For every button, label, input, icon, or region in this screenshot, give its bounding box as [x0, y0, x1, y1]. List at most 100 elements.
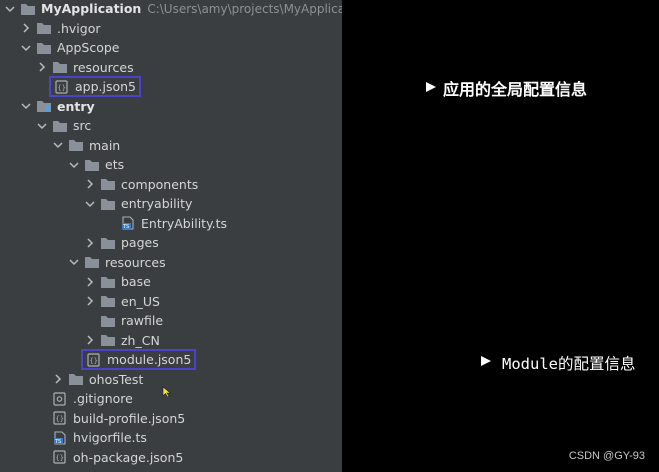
tree-item-label: components [121, 176, 199, 192]
chevron-right-icon[interactable] [84, 276, 96, 288]
tree-item-label: en_US [121, 293, 160, 309]
svg-text:{}: {} [90, 357, 98, 365]
chevron-right-icon[interactable] [84, 334, 96, 346]
tree-row-src[interactable]: src [0, 116, 342, 136]
folder-icon [84, 158, 100, 172]
svg-text:{}: {} [56, 415, 64, 423]
tree-row-base[interactable]: base [0, 272, 342, 292]
folder-icon [68, 372, 84, 386]
folder-icon [100, 236, 116, 250]
folder-icon [100, 275, 116, 289]
folder-icon [100, 333, 116, 347]
tree-item-label: ets [105, 157, 125, 173]
chevron-down-icon[interactable] [84, 198, 96, 210]
folder-icon [100, 294, 116, 308]
tree-item-label: entry [57, 98, 95, 114]
tree-row-main[interactable]: main [0, 136, 342, 156]
folder-icon [68, 138, 84, 152]
mouse-cursor-icon [162, 386, 172, 398]
ts-file-icon: TS [52, 431, 68, 445]
tree-row-rawfile[interactable]: rawfile [0, 311, 342, 331]
tree-item-label: ohosTest [89, 371, 144, 387]
chevron-down-icon[interactable] [20, 100, 32, 112]
config-file-icon [52, 392, 68, 406]
chevron-right-icon[interactable] [52, 373, 64, 385]
root-project-path: C:\Users\amy\projects\MyApplication [147, 1, 342, 16]
tree-item-label: zh_CN [121, 332, 160, 348]
chevron-down-icon[interactable] [4, 3, 16, 15]
tree-row-entryability[interactable]: entryability [0, 194, 342, 214]
module-folder-icon [36, 99, 52, 113]
chevron-right-icon[interactable] [84, 237, 96, 249]
tree-item-label: src [73, 118, 92, 134]
tree-item-label: build-profile.json5 [73, 410, 186, 426]
tree-row-hvigorfile-ts[interactable]: TS hvigorfile.ts [0, 428, 342, 448]
tree-item-label: app.json5 [75, 79, 137, 95]
folder-icon [100, 177, 116, 191]
ts-file-icon: TS [120, 216, 136, 230]
folder-icon [52, 60, 68, 74]
tree-row-app-json5[interactable]: {} app.json5 [0, 76, 342, 98]
svg-text:{}: {} [58, 84, 66, 92]
chevron-down-icon[interactable] [52, 139, 64, 151]
json5-file-icon: {} [52, 450, 68, 464]
tree-row-zh-cn[interactable]: zh_CN [0, 331, 342, 351]
tree-row-appscope-resources[interactable]: resources [0, 58, 342, 78]
chevron-right-icon[interactable] [36, 61, 48, 73]
chevron-right-icon[interactable] [84, 178, 96, 190]
tree-row-en-us[interactable]: en_US [0, 292, 342, 312]
folder-icon [36, 41, 52, 55]
chevron-down-icon[interactable] [68, 159, 80, 171]
svg-text:{}: {} [56, 454, 64, 462]
tree-item-label: main [89, 137, 121, 153]
root-project-name: MyApplication [41, 1, 142, 17]
project-tree-panel: MyApplication C:\Users\amy\projects\MyAp… [0, 0, 342, 472]
tree-row-entry[interactable]: entry [0, 97, 342, 117]
tree-item-label: resources [105, 254, 166, 270]
chevron-down-icon[interactable] [68, 256, 80, 268]
tree-item-label: .hvigor [57, 20, 101, 36]
tree-item-label: .gitignore [73, 391, 133, 407]
tree-row-oh-package-json5[interactable]: {} oh-package.json5 [0, 448, 342, 468]
tree-item-label: pages [121, 235, 159, 251]
chevron-down-icon[interactable] [36, 120, 48, 132]
highlight-box-app-json5: {} app.json5 [48, 76, 142, 98]
tree-row-root[interactable]: MyApplication C:\Users\amy\projects\MyAp… [0, 0, 342, 19]
tree-item-label: base [121, 274, 151, 290]
svg-text:TS: TS [122, 224, 129, 230]
annotation-module-config: Module的配置信息 [502, 355, 636, 373]
tree-row-entryability-ts[interactable]: TS EntryAbility.ts [0, 214, 342, 234]
chevron-right-icon[interactable] [84, 295, 96, 307]
tree-item-label: resources [73, 59, 134, 75]
json5-file-icon: {} [86, 353, 102, 367]
json5-file-icon: {} [54, 80, 70, 94]
svg-text:TS: TS [54, 439, 61, 445]
tree-item-label: rawfile [121, 313, 164, 329]
tree-item-label: entryability [121, 196, 193, 212]
tree-row-hvigor[interactable]: .hvigor [0, 19, 342, 39]
folder-icon [52, 119, 68, 133]
tree-row-module-json5[interactable]: {} module.json5 [0, 349, 342, 371]
tree-item-label: module.json5 [107, 352, 192, 368]
tree-row-main-resources[interactable]: resources [0, 253, 342, 273]
folder-icon [100, 197, 116, 211]
tree-row-components[interactable]: components [0, 175, 342, 195]
folder-icon [20, 2, 36, 16]
folder-icon [100, 314, 116, 328]
tree-item-label: AppScope [57, 40, 120, 56]
folder-icon [84, 255, 100, 269]
folder-icon [36, 21, 52, 35]
tree-item-label: EntryAbility.ts [141, 215, 228, 231]
chevron-right-icon[interactable] [20, 22, 32, 34]
tree-item-label: hvigorfile.ts [73, 430, 147, 446]
tree-row-appscope[interactable]: AppScope [0, 38, 342, 58]
tree-item-label: oh-package.json5 [73, 449, 184, 465]
tree-row-build-profile-json5[interactable]: {} build-profile.json5 [0, 409, 342, 429]
annotation-app-config: 应用的全局配置信息 [443, 80, 588, 99]
tree-row-pages[interactable]: pages [0, 233, 342, 253]
highlight-box-module-json5: {} module.json5 [80, 349, 197, 371]
json5-file-icon: {} [52, 411, 68, 425]
credit-watermark: CSDN @GY-93 [568, 450, 645, 462]
chevron-down-icon[interactable] [20, 42, 32, 54]
tree-row-ets[interactable]: ets [0, 155, 342, 175]
